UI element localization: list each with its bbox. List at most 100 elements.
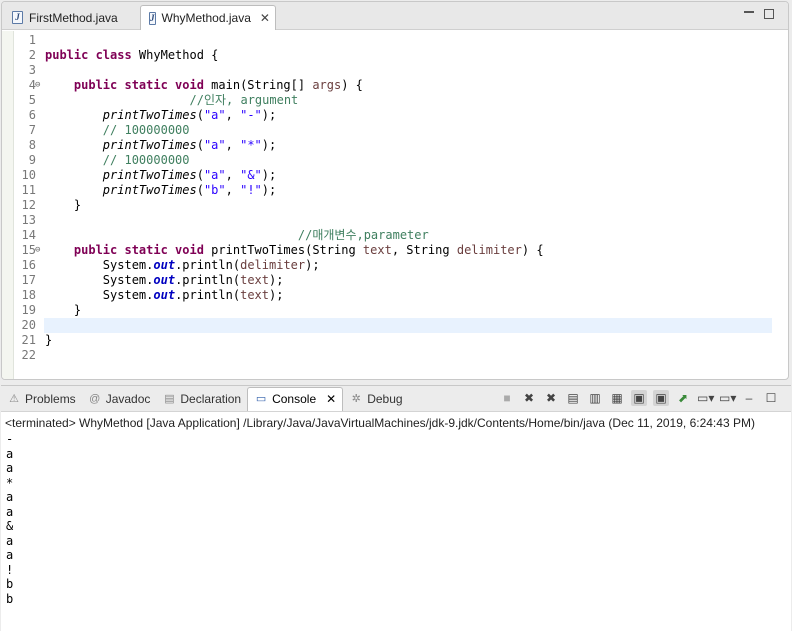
tab-console[interactable]: ▭ Console ✕	[247, 386, 344, 411]
code-line[interactable]: 7 // 100000000	[2, 123, 788, 138]
line-number: 15	[21, 243, 36, 257]
remove-launch-icon[interactable]: ✖	[521, 390, 537, 406]
line-number: 19	[21, 303, 36, 317]
code-text: System.out.println(text);	[45, 288, 284, 302]
code-line[interactable]: 21}	[2, 333, 788, 348]
code-text: public static void printTwoTimes(String …	[73, 243, 544, 257]
editor-panel: J FirstMethod.java J WhyMethod.java ✕ 12…	[1, 1, 789, 380]
minimize-icon[interactable]: –	[741, 390, 757, 406]
console-status: <terminated> WhyMethod [Java Application…	[5, 416, 755, 430]
tab-label: FirstMethod.java	[29, 10, 118, 25]
line-number: 3	[28, 63, 36, 77]
code-text: }	[45, 198, 82, 212]
code-line[interactable]: 6 printTwoTimes("a", "-");	[2, 108, 788, 123]
code-line[interactable]: 4 ⊖ public static void main(String[] args…	[2, 78, 788, 93]
scroll-lock-icon[interactable]: ▥	[587, 390, 603, 406]
console-output-line: b	[6, 577, 14, 591]
line-number: 22	[21, 348, 36, 362]
display-console-icon[interactable]: ▭▾	[697, 390, 714, 406]
code-line[interactable]: 3	[2, 63, 788, 78]
code-line[interactable]: 11 printTwoTimes("b", "!");	[2, 183, 788, 198]
code-line[interactable]: 16 System.out.println(delimiter);	[2, 258, 788, 273]
line-number: 4	[28, 78, 36, 92]
code-line[interactable]: 9 // 100000000	[2, 153, 788, 168]
line-number: 11	[21, 183, 36, 197]
code-text: System.out.println(delimiter);	[45, 258, 320, 272]
tab-whymethod[interactable]: J WhyMethod.java ✕	[140, 5, 276, 30]
tab-label: Debug	[367, 391, 403, 406]
line-number: 12	[21, 198, 36, 212]
code-line[interactable]: 1	[2, 33, 788, 48]
maximize-icon[interactable]: ☐	[763, 390, 779, 406]
editor-window-controls	[744, 9, 774, 21]
code-line[interactable]: 18 System.out.println(text);	[2, 288, 788, 303]
code-line[interactable]: 17 System.out.println(text);	[2, 273, 788, 288]
show-on-error-icon[interactable]: ▣	[653, 390, 669, 406]
line-number: 20	[21, 318, 36, 332]
word-wrap-icon[interactable]: ▦	[609, 390, 625, 406]
code-line[interactable]: 20	[2, 318, 788, 333]
console-output-line: -	[6, 432, 14, 446]
code-editor[interactable]: 1 2 public class WhyMethod {3 4 ⊖ public sta…	[2, 31, 788, 379]
console-output-line: !	[6, 562, 14, 577]
code-line[interactable]: 2 public class WhyMethod {	[2, 48, 788, 63]
tab-firstmethod[interactable]: J FirstMethod.java	[4, 5, 137, 30]
code-text: // 100000000	[102, 153, 190, 167]
problems-icon: ⚠	[9, 392, 19, 405]
code-line[interactable]: 14 //매개변수,parameter	[2, 228, 788, 243]
code-line[interactable]: 12 }	[2, 198, 788, 213]
tab-problems[interactable]: ⚠ Problems	[1, 387, 82, 411]
java-file-icon: J	[12, 11, 23, 24]
console-output-line: a	[6, 504, 14, 519]
line-number: 5	[28, 93, 36, 107]
debug-icon: ✲	[351, 392, 361, 405]
console-output-line: a	[6, 461, 14, 475]
remove-all-launches-icon[interactable]: ✖	[543, 390, 559, 406]
line-number: 18	[21, 288, 36, 302]
tab-javadoc[interactable]: @ Javadoc	[82, 387, 157, 411]
tab-label: Console	[272, 392, 317, 406]
console-output: - a a * a a & a a! b b	[1, 432, 791, 606]
pin-console-icon[interactable]: ⬈	[675, 390, 691, 406]
tab-declaration[interactable]: ▤ Declaration	[156, 387, 247, 411]
line-number: 13	[21, 213, 36, 227]
tab-label: Javadoc	[105, 391, 151, 406]
console-output-line: a	[6, 533, 14, 548]
code-line[interactable]: 5 //인자, argument	[2, 93, 788, 108]
javadoc-icon: @	[89, 392, 101, 405]
code-text: //매개변수,parameter	[297, 228, 429, 242]
code-line[interactable]: 15 ⊖ public static void printTwoTimes(Str…	[2, 243, 788, 258]
console-output-line: *	[6, 475, 14, 490]
code-text: // 100000000	[102, 123, 190, 137]
line-number: 14	[21, 228, 36, 242]
new-console-icon[interactable]: ▭▾	[719, 390, 736, 406]
show-on-output-icon[interactable]: ▣	[631, 390, 647, 406]
code-text: //인자, argument	[189, 93, 299, 107]
line-number: 9	[28, 153, 36, 167]
views-panel: ⚠ Problems @ Javadoc ▤ Declaration ▭ Console ✕ ✲ D…	[1, 385, 791, 631]
line-number: 16	[21, 258, 36, 272]
fold-collapse-icon[interactable]: ⊖	[35, 78, 40, 93]
fold-collapse-icon[interactable]: ⊖	[35, 243, 40, 258]
close-icon[interactable]: ✕	[260, 11, 270, 25]
maximize-icon[interactable]	[764, 9, 774, 19]
minimize-icon[interactable]	[744, 11, 754, 21]
terminate-icon[interactable]: ■	[499, 390, 515, 406]
code-text: }	[45, 333, 53, 347]
views-tabbar: ⚠ Problems @ Javadoc ▤ Declaration ▭ Console ✕ ✲ D…	[1, 386, 791, 412]
line-number: 6	[28, 108, 36, 122]
clear-console-icon[interactable]: ▤	[565, 390, 581, 406]
declaration-icon: ▤	[164, 392, 175, 405]
code-line[interactable]: 19 }	[2, 303, 788, 318]
editor-tabbar: J FirstMethod.java J WhyMethod.java ✕	[2, 2, 788, 30]
tab-debug[interactable]: ✲ Debug	[343, 387, 408, 411]
code-line[interactable]: 8 printTwoTimes("a", "*");	[2, 138, 788, 153]
code-text: printTwoTimes("a", "&");	[102, 168, 277, 182]
code-line[interactable]: 22	[2, 348, 788, 363]
code-line[interactable]: 13	[2, 213, 788, 228]
code-line[interactable]: 10 printTwoTimes("a", "&");	[2, 168, 788, 183]
close-icon[interactable]: ✕	[326, 392, 336, 406]
console-output-line: a	[6, 548, 14, 562]
line-number: 17	[21, 273, 36, 287]
console-output-line: b	[6, 591, 14, 606]
